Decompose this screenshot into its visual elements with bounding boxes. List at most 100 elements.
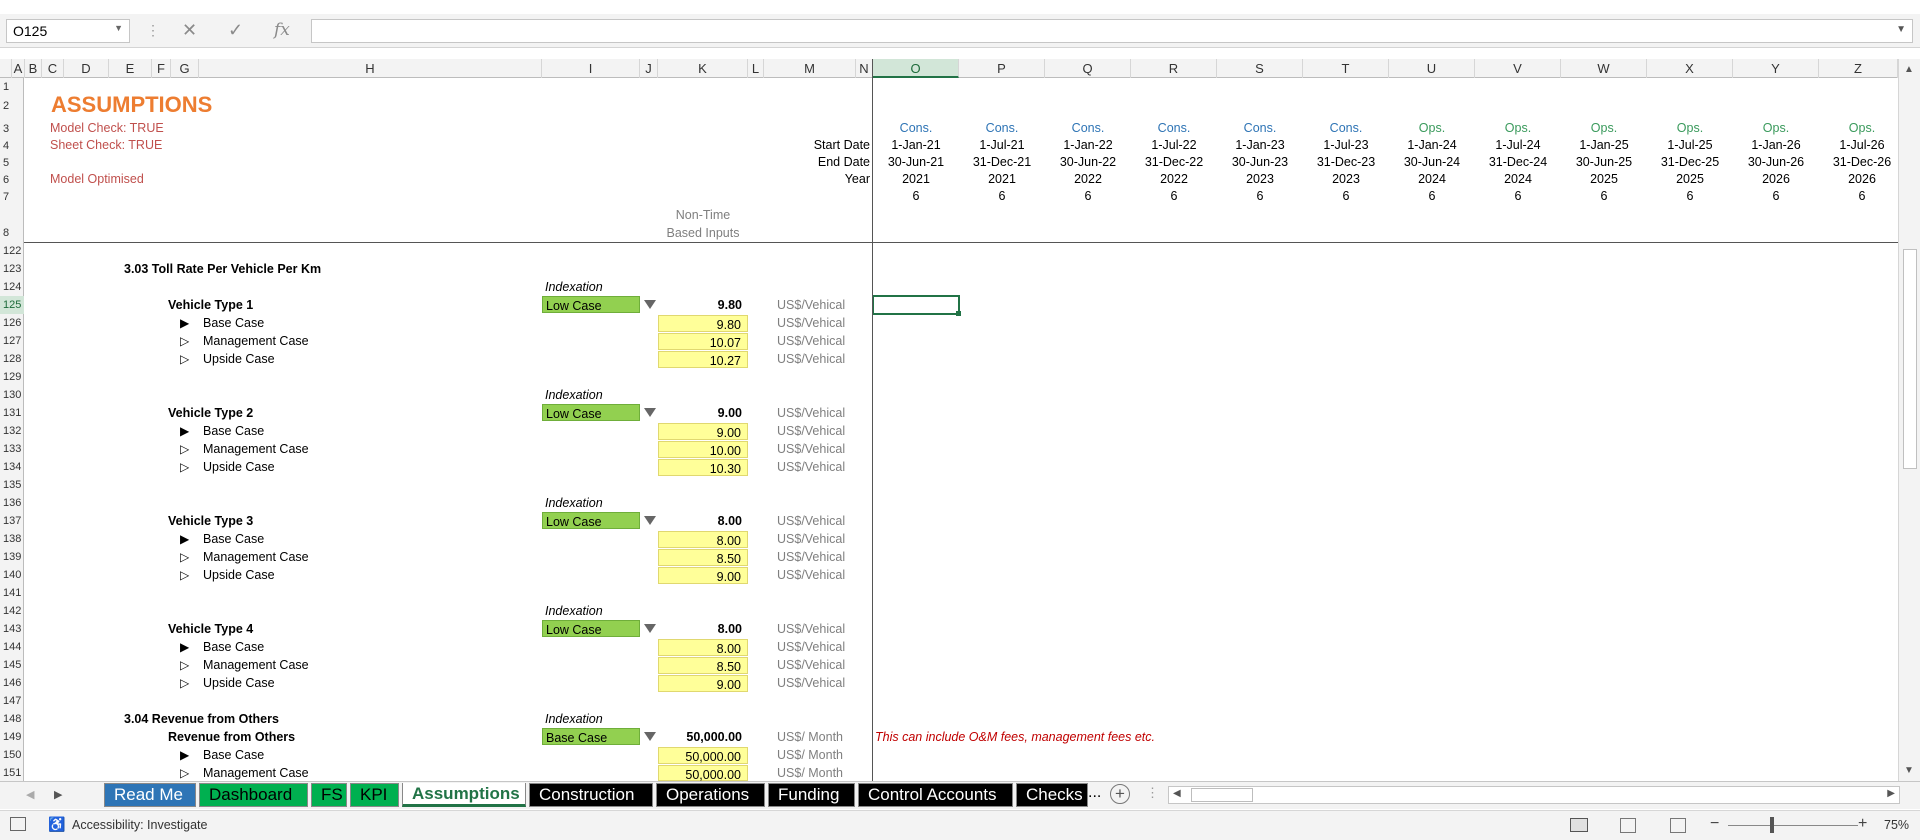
row-header[interactable]: 6 [0,171,24,189]
horizontal-scrollbar[interactable]: ◀ ▶ [1168,786,1900,804]
row-header[interactable]: 139 [0,548,24,566]
cancel-icon[interactable]: ✕ [182,20,197,41]
case-input[interactable]: 9.00 [658,567,748,584]
row-header[interactable]: 150 [0,746,24,764]
splitter-icon[interactable]: ⋮ [1146,785,1159,801]
sheet-tab-dashboard[interactable]: Dashboard [199,783,308,807]
tab-scroll-left-icon[interactable]: ◀ [26,788,34,801]
row-header[interactable]: 4 [0,137,24,155]
zoom-slider[interactable] [1728,825,1858,826]
row-header[interactable]: 124 [0,278,24,296]
row-header[interactable]: 134 [0,458,24,476]
dropdown-arrow-icon[interactable] [644,732,656,741]
indexation-case-dropdown[interactable]: Low Case [542,296,640,313]
chevron-down-icon[interactable]: ▼ [114,23,123,33]
column-header-q[interactable]: Q [1045,59,1131,78]
indexation-case-dropdown[interactable]: Low Case [542,620,640,637]
column-header-k[interactable]: K [658,59,748,78]
case-input[interactable]: 8.00 [658,639,748,656]
selected-case-icon[interactable]: ▶ [180,530,189,548]
sheet-tab-funding[interactable]: Funding [768,783,855,807]
row-header[interactable]: 126 [0,314,24,332]
row-header[interactable]: 145 [0,656,24,674]
enter-icon[interactable]: ✓ [228,20,243,41]
case-input[interactable]: 9.00 [658,423,748,440]
row-header[interactable]: 146 [0,674,24,692]
vertical-scrollbar[interactable]: ▲ ▼ [1898,59,1920,781]
column-header-w[interactable]: W [1561,59,1647,78]
column-header-x[interactable]: X [1647,59,1733,78]
row-header[interactable]: 123 [0,260,24,278]
scroll-up-icon[interactable]: ▲ [1904,64,1914,75]
page-break-view-icon[interactable] [1670,818,1686,833]
row-header[interactable]: 135 [0,476,24,494]
row-header[interactable]: 148 [0,710,24,728]
tab-overflow[interactable]: ... [1088,784,1101,802]
row-header[interactable]: 142 [0,602,24,620]
column-header-g[interactable]: G [171,59,199,78]
column-header-v[interactable]: V [1475,59,1561,78]
column-header-d[interactable]: D [64,59,109,78]
sheet-tab-construction[interactable]: Construction [529,783,653,807]
column-header-c[interactable]: C [42,59,64,78]
column-header-h[interactable]: H [199,59,542,78]
dropdown-arrow-icon[interactable] [644,408,656,417]
unselected-case-icon[interactable]: ▷ [180,674,189,692]
row-header[interactable]: 141 [0,584,24,602]
row-header[interactable]: 128 [0,350,24,368]
column-header-t[interactable]: T [1303,59,1389,78]
case-input[interactable]: 10.27 [658,351,748,368]
column-header-p[interactable]: P [959,59,1045,78]
normal-view-icon[interactable] [1570,818,1588,832]
select-all-corner[interactable] [0,59,12,78]
row-header[interactable]: 1 [0,78,24,96]
case-input[interactable]: 50,000.00 [658,765,748,782]
unselected-case-icon[interactable]: ▷ [180,440,189,458]
column-header-b[interactable]: B [25,59,42,78]
indexation-case-dropdown[interactable]: Low Case [542,512,640,529]
row-header[interactable]: 2 [0,97,24,115]
scroll-down-icon[interactable]: ▼ [1904,765,1914,776]
row-header[interactable]: 127 [0,332,24,350]
unselected-case-icon[interactable]: ▷ [180,350,189,368]
vertical-scroll-thumb[interactable] [1903,249,1917,469]
sheet-tab-checks[interactable]: Checks [1016,783,1088,807]
unselected-case-icon[interactable]: ▷ [180,566,189,584]
case-input[interactable]: 8.50 [658,657,748,674]
column-header-a[interactable]: A [12,59,25,78]
revenue-case-dropdown[interactable]: Base Case [542,728,640,745]
zoom-slider-thumb[interactable] [1770,817,1774,833]
row-header[interactable]: 136 [0,494,24,512]
column-header-y[interactable]: Y [1733,59,1819,78]
row-header[interactable]: 151 [0,764,24,782]
column-header-s[interactable]: S [1217,59,1303,78]
column-header-l[interactable]: L [748,59,764,78]
dropdown-arrow-icon[interactable] [644,516,656,525]
scroll-right-icon[interactable]: ▶ [1887,788,1895,799]
tab-scroll-right-icon[interactable]: ▶ [54,788,62,801]
zoom-in-button[interactable]: + [1858,815,1867,833]
row-header[interactable]: 5 [0,154,24,172]
row-header[interactable]: 138 [0,530,24,548]
row-header[interactable]: 7 [0,188,24,206]
row-header[interactable]: 149 [0,728,24,746]
row-header[interactable]: 122 [0,242,24,260]
case-input[interactable]: 9.00 [658,675,748,692]
case-input[interactable]: 50,000.00 [658,747,748,764]
column-header-i[interactable]: I [542,59,640,78]
row-header[interactable]: 130 [0,386,24,404]
unselected-case-icon[interactable]: ▷ [180,656,189,674]
selected-case-icon[interactable]: ▶ [180,314,189,332]
row-header[interactable]: 143 [0,620,24,638]
dropdown-arrow-icon[interactable] [644,624,656,633]
formula-input[interactable]: ▼ [311,19,1913,43]
column-header-n[interactable]: N [856,59,873,78]
column-header-z[interactable]: Z [1819,59,1898,78]
unselected-case-icon[interactable]: ▷ [180,458,189,476]
row-header[interactable]: 140 [0,566,24,584]
column-header-u[interactable]: U [1389,59,1475,78]
add-sheet-icon[interactable]: + [1110,784,1130,804]
case-input[interactable]: 10.00 [658,441,748,458]
unselected-case-icon[interactable]: ▷ [180,548,189,566]
selected-case-icon[interactable]: ▶ [180,638,189,656]
